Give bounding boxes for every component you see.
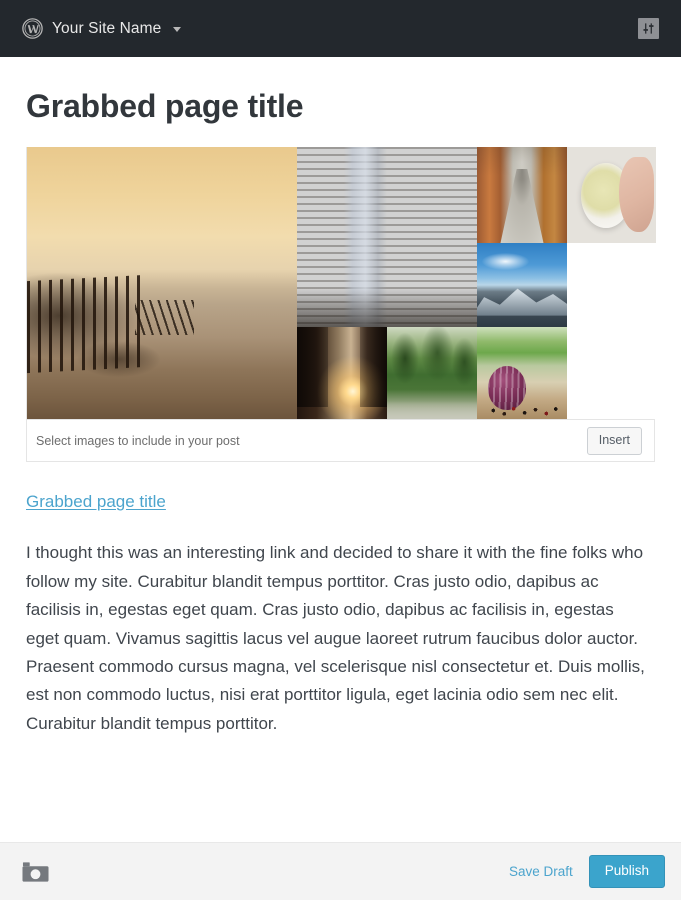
post-body-text[interactable]: I thought this was an interesting link a… — [26, 539, 651, 738]
bottom-toolbar: Save Draft Publish — [0, 842, 681, 900]
editor-area: Grabbed page title Select images to incl… — [0, 87, 681, 758]
thumb-red-onion[interactable] — [477, 327, 567, 420]
post-title-field[interactable]: Grabbed page title — [26, 87, 655, 125]
sliders-options-icon — [643, 23, 654, 34]
thumb-alley-cobblestone[interactable] — [477, 147, 567, 244]
thumb-green-forest[interactable] — [387, 327, 477, 420]
thumb-tea-bowl[interactable] — [567, 147, 656, 244]
site-name-label: Your Site Name — [52, 19, 162, 37]
media-hint-label: Select images to include in your post — [36, 433, 240, 448]
thumb-city-skyscraper[interactable] — [297, 147, 477, 328]
admin-bar: Your Site Name — [0, 0, 681, 57]
thumb-pier-sunset[interactable] — [27, 147, 297, 420]
camera-icon[interactable] — [22, 861, 49, 883]
media-panel: Select images to include in your post In… — [26, 147, 656, 463]
post-content: Grabbed page title I thought this was an… — [26, 492, 655, 758]
wordpress-logo-icon — [22, 18, 43, 39]
options-button[interactable] — [638, 18, 659, 39]
save-draft-button[interactable]: Save Draft — [509, 864, 573, 879]
image-gallery — [27, 147, 656, 420]
thumb-street-sunrise[interactable] — [297, 327, 387, 420]
publish-button[interactable]: Publish — [588, 854, 665, 889]
insert-button[interactable]: Insert — [586, 426, 642, 456]
chevron-down-icon — [173, 27, 182, 32]
thumb-snowy-mountain[interactable] — [477, 243, 567, 328]
source-link[interactable]: Grabbed page title — [26, 492, 166, 512]
site-name-menu[interactable]: Your Site Name — [22, 0, 185, 57]
media-footer-bar: Select images to include in your post In… — [27, 419, 654, 462]
